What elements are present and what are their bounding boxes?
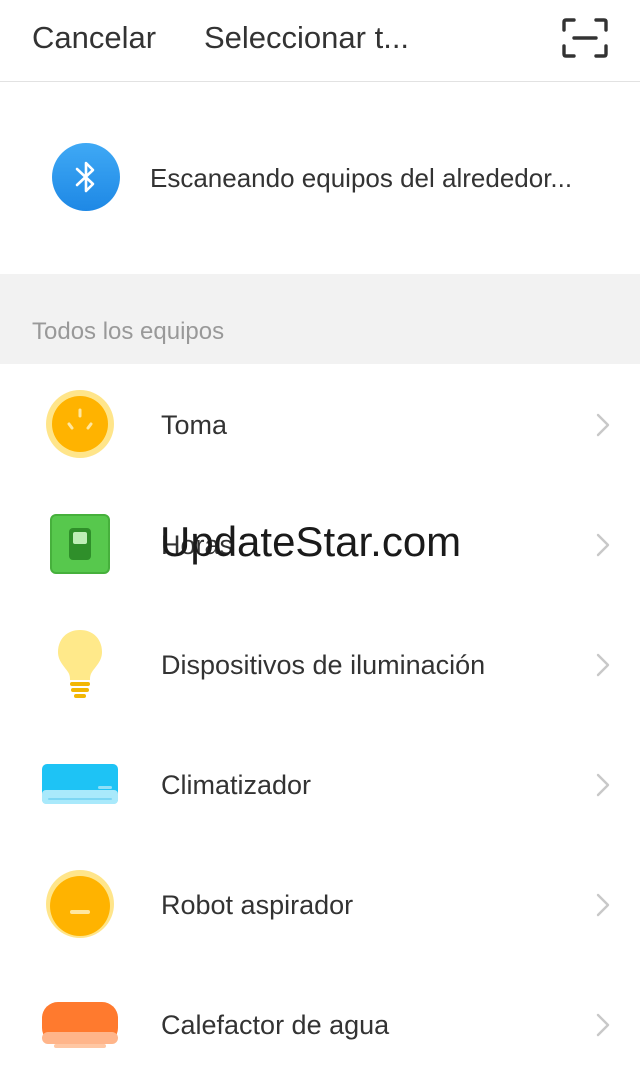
list-item-water-heater[interactable]: Calefactor de agua: [0, 964, 640, 1080]
water-heater-icon: [40, 988, 120, 1060]
device-label: Horas: [161, 530, 234, 560]
cancel-button[interactable]: Cancelar: [32, 20, 156, 56]
air-conditioner-icon: [40, 748, 120, 820]
chevron-right-icon: [596, 893, 610, 917]
device-label: Robot aspirador: [161, 890, 354, 920]
scanning-banner: Escaneando equipos del alrededor...: [0, 82, 640, 274]
light-bulb-icon: [40, 628, 120, 700]
device-label: Toma: [161, 410, 228, 440]
page-title: Seleccionar t...: [204, 20, 410, 55]
scanning-status-text: Escaneando equipos del alrededor...: [150, 163, 573, 193]
bluetooth-icon: [52, 143, 120, 211]
device-label: Climatizador: [161, 770, 312, 800]
chevron-right-icon: [596, 413, 610, 437]
device-label: Calefactor de agua: [161, 1010, 390, 1040]
device-list: Toma Horas Dispositivos de iluminación C…: [0, 364, 640, 1080]
top-bar: Cancelar Seleccionar t...: [0, 0, 640, 82]
chevron-right-icon: [596, 1013, 610, 1037]
device-label: Dispositivos de iluminación: [161, 650, 486, 680]
robot-vacuum-icon: [40, 868, 120, 940]
list-item-switch[interactable]: Horas: [0, 484, 640, 604]
scan-frame-icon[interactable]: [562, 18, 608, 58]
chevron-right-icon: [596, 653, 610, 677]
socket-icon: [40, 388, 120, 460]
section-header: Todos los equipos: [0, 274, 640, 364]
list-item-air-conditioner[interactable]: Climatizador: [0, 724, 640, 844]
list-item-robot-vacuum[interactable]: Robot aspirador: [0, 844, 640, 964]
section-title: Todos los equipos: [32, 318, 225, 345]
list-item-socket[interactable]: Toma: [0, 364, 640, 484]
chevron-right-icon: [596, 533, 610, 557]
switch-icon: [40, 508, 120, 580]
chevron-right-icon: [596, 773, 610, 797]
list-item-lighting[interactable]: Dispositivos de iluminación: [0, 604, 640, 724]
